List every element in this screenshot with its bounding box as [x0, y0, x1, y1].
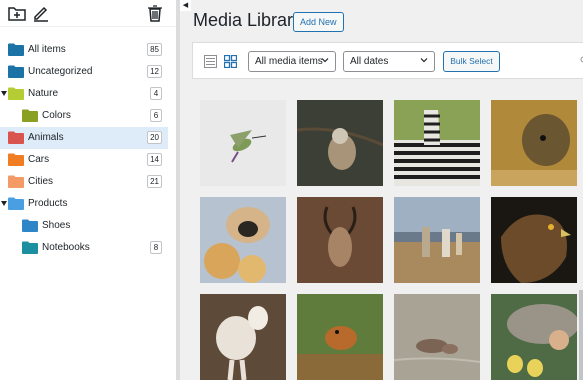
folder-item-products[interactable]: Products [0, 193, 168, 215]
edit-pencil-icon[interactable] [31, 3, 51, 23]
media-type-select[interactable]: All media items [248, 51, 336, 72]
media-type-value: All media items [255, 56, 323, 67]
folder-icon [8, 65, 24, 78]
media-thumbnail-eagle[interactable] [491, 197, 577, 283]
main-scrollbar[interactable] [579, 290, 583, 380]
folder-count-badge: 8 [150, 241, 162, 254]
folder-icon [8, 131, 24, 144]
folder-icon [22, 241, 38, 254]
folder-item-notebooks[interactable]: Notebooks 8 [0, 237, 168, 259]
folder-label: Cities [28, 176, 54, 187]
media-thumbnail-kudu[interactable] [297, 197, 383, 283]
folder-item-shoes[interactable]: Shoes [0, 215, 168, 237]
main-content: ◀ Media Library Add New All media items … [180, 0, 583, 380]
list-view-icon[interactable] [204, 55, 217, 68]
date-filter-select[interactable]: All dates [343, 51, 435, 72]
media-thumbnail-sparrow[interactable] [297, 100, 383, 186]
chevron-down-icon [419, 55, 429, 65]
folder-count-badge: 14 [147, 153, 162, 166]
folder-icon [8, 43, 24, 56]
folder-label: Cars [28, 154, 50, 165]
folder-sidebar: All items 85 Uncategorized 12 Nature 4 Colors 6… [0, 0, 176, 380]
media-filter-bar: All media items All dates Bulk Select [192, 42, 583, 79]
folder-count-badge: 21 [147, 175, 162, 188]
grid-view-icon[interactable] [224, 55, 237, 68]
bulk-select-button[interactable]: Bulk Select [443, 51, 500, 72]
folder-label: All items [28, 44, 66, 55]
media-thumbnail-goat[interactable] [200, 294, 286, 380]
media-thumbnail-hummingbird[interactable] [200, 100, 286, 186]
folder-item-all-items[interactable]: All items 85 [0, 39, 168, 61]
folder-item-cars[interactable]: Cars 14 [0, 149, 168, 171]
folder-count-badge: 12 [147, 65, 162, 78]
media-thumbnail-hyena[interactable] [491, 100, 577, 186]
page-title: Media Library [193, 10, 303, 30]
folder-count-badge: 6 [150, 109, 162, 122]
folder-count-badge: 20 [147, 131, 162, 144]
media-thumbnail-ducklings[interactable] [491, 294, 577, 380]
folder-item-nature[interactable]: Nature 4 [0, 83, 168, 105]
folder-label: Shoes [42, 220, 71, 231]
folder-icon [8, 197, 24, 210]
add-folder-icon[interactable] [7, 3, 27, 23]
folder-label: Products [28, 198, 68, 209]
folder-count-badge: 4 [150, 87, 162, 100]
date-filter-value: All dates [350, 56, 389, 67]
media-thumbnail-zebra[interactable] [394, 100, 480, 186]
folder-label: Colors [42, 110, 71, 121]
folder-item-animals[interactable]: Animals 20 [0, 127, 168, 149]
media-thumbnail-pug[interactable] [200, 197, 286, 283]
trash-icon[interactable] [145, 3, 165, 23]
folder-item-uncategorized[interactable]: Uncategorized 12 [0, 61, 168, 83]
folder-label: Uncategorized [28, 66, 93, 77]
media-thumbnail-puppy[interactable] [297, 294, 383, 380]
folder-icon [8, 153, 24, 166]
collapse-sidebar-icon[interactable]: ◀ [180, 0, 191, 11]
folder-toolbar [0, 0, 176, 27]
add-new-button[interactable]: Add New [293, 12, 344, 32]
media-thumbnail-llamas[interactable] [394, 197, 480, 283]
folder-icon [8, 175, 24, 188]
media-thumbnail-hippo[interactable] [394, 294, 480, 380]
folder-count-badge: 85 [147, 43, 162, 56]
folder-icon [22, 219, 38, 232]
folder-label: Nature [28, 88, 59, 99]
folder-icon [22, 109, 38, 122]
folder-item-colors[interactable]: Colors 6 [0, 105, 168, 127]
folder-item-cities[interactable]: Cities 21 [0, 171, 168, 193]
expand-caret-icon[interactable] [1, 91, 7, 96]
chevron-down-icon [320, 55, 330, 65]
folder-label: Notebooks [42, 242, 90, 253]
folder-icon [8, 87, 24, 100]
folder-label: Animals [28, 132, 64, 143]
expand-caret-icon[interactable] [1, 201, 7, 206]
